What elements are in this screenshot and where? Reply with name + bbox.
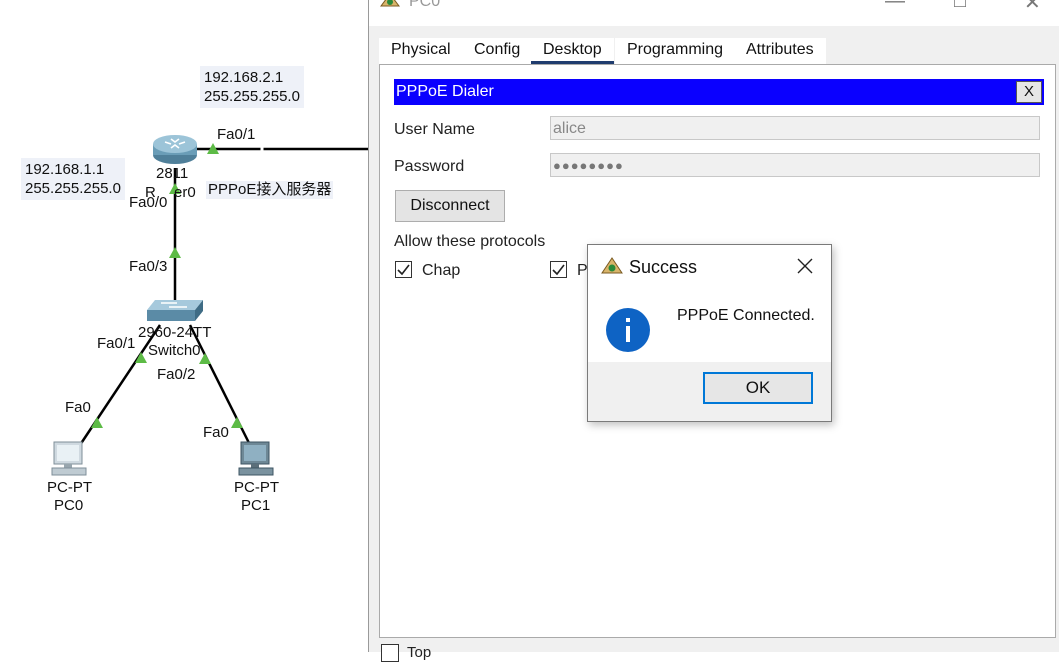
dialer-close-button[interactable]: X [1016,81,1042,103]
minimize-button[interactable]: — [885,0,905,13]
switch-model: 2960-24TT [138,324,212,341]
link-light [91,417,103,428]
link-light [169,247,181,258]
link-light [135,352,147,363]
success-close-button[interactable] [796,257,814,280]
router-ip-upper: 192.168.2.1 [204,69,284,86]
password-label: Password [394,158,465,175]
success-dialog-title: Success [629,257,698,277]
link-light [231,417,243,428]
router-port-uplink: Fa0/1 [217,126,256,143]
checkmark-icon [552,264,565,276]
success-dialog: Success PPPoE Connected. OK [587,244,832,422]
switch-name: Switch0 [148,342,201,359]
info-icon [605,307,651,358]
pc1-icon[interactable] [237,440,277,483]
checkmark-icon [397,264,410,276]
chap-label: Chap [422,262,461,279]
router-ip-left: 192.168.1.1 [25,161,105,178]
tab-attributes[interactable]: Attributes [734,38,826,64]
router-port-down: Fa0/0 [129,194,168,211]
link-light [199,353,211,364]
pppoe-dialer-title: PPPoE Dialer [396,83,494,100]
top-checkbox-label: Top [407,644,432,661]
window-title: PC0 [409,0,441,10]
close-icon [797,258,813,274]
router-annotation: PPPoE接入服务器 [206,181,334,199]
password-field[interactable]: ●●●●●●●● [550,153,1040,177]
router-ip-upper-box: 192.168.2.1 255.255.255.0 [200,66,304,108]
topology-canvas[interactable]: 192.168.2.1 255.255.255.0 192.168.1.1 25… [0,0,368,652]
close-window-button[interactable]: ✕ [1024,0,1041,15]
packet-tracer-app-icon [600,255,624,282]
router-mask-upper: 255.255.255.0 [204,88,300,105]
pc0-icon[interactable] [50,440,90,483]
ok-button[interactable]: OK [703,372,813,404]
pc1-name: PC1 [241,497,271,514]
switch-port-right: Fa0/2 [157,366,196,383]
switch-port-left: Fa0/1 [97,335,136,352]
router-mask-left: 255.255.255.0 [25,180,121,197]
pc0-name: PC0 [54,497,84,514]
pc1-port: Fa0 [203,424,229,441]
router-model: 2811 [156,165,189,182]
tab-config[interactable]: Config [462,38,536,64]
router-name-tail: er0 [174,184,196,201]
pc0-port: Fa0 [65,399,91,416]
username-label: User Name [394,121,475,138]
router-ip-left-box: 192.168.1.1 255.255.255.0 [21,158,125,200]
chap-checkbox[interactable] [395,261,412,278]
top-checkbox[interactable] [381,644,399,662]
pc0-model: PC-PT [47,479,92,496]
protocols-label: Allow these protocols [394,233,546,250]
disconnect-button[interactable]: Disconnect [395,190,505,222]
pap-checkbox[interactable] [550,261,567,278]
tab-desktop[interactable]: Desktop [531,38,614,64]
window-titlebar[interactable]: PC0 — □ ✕ [369,0,1059,26]
tab-programming[interactable]: Programming [615,38,735,64]
pppoe-dialer-titlebar: PPPoE Dialer X [394,79,1044,105]
username-field[interactable]: alice [550,116,1040,140]
maximize-button[interactable]: □ [954,0,966,13]
switch-port-up: Fa0/3 [129,258,168,275]
pc1-model: PC-PT [234,479,279,496]
packet-tracer-app-icon [379,0,401,15]
tab-physical[interactable]: Physical [379,38,465,64]
success-message: PPPoE Connected. [677,307,815,324]
